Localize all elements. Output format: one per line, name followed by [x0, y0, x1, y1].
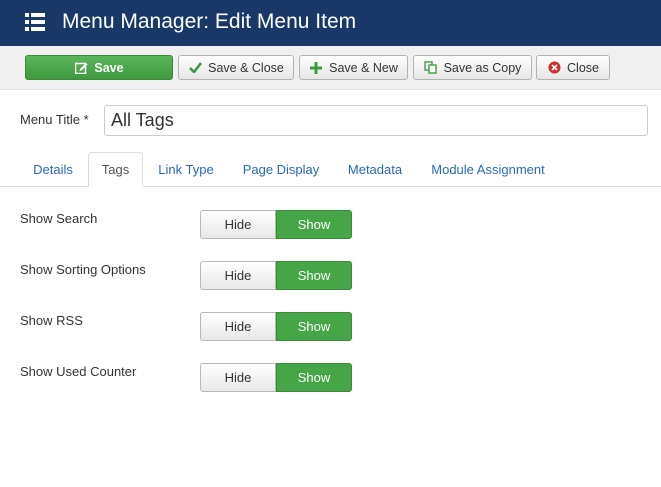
save-label: Save: [94, 60, 124, 75]
show-rss-hide-button[interactable]: Hide: [200, 312, 276, 341]
tab-link-type[interactable]: Link Type: [146, 152, 226, 187]
close-label: Close: [567, 60, 599, 75]
page-title: Menu Manager: Edit Menu Item: [62, 10, 357, 33]
tab-tags[interactable]: Tags: [88, 152, 143, 187]
save-copy-button[interactable]: Save as Copy: [413, 55, 532, 80]
show-search-label: Show Search: [20, 211, 98, 226]
save-close-label: Save & Close: [208, 60, 284, 75]
show-rss-label: Show RSS: [20, 313, 83, 328]
tab-page-display[interactable]: Page Display: [230, 152, 332, 187]
show-used-counter-show-button[interactable]: Show: [276, 363, 352, 392]
show-search-toggle: Hide Show: [200, 210, 352, 239]
show-sorting-options-toggle: Hide Show: [200, 261, 352, 290]
edit-icon: [74, 61, 88, 75]
save-new-button[interactable]: Save & New: [299, 55, 408, 80]
check-icon: [188, 61, 202, 75]
menu-title-input[interactable]: [104, 105, 648, 136]
show-rss-toggle: Hide Show: [200, 312, 352, 341]
tab-module-assignment[interactable]: Module Assignment: [418, 152, 558, 187]
list-icon: [25, 13, 45, 31]
close-icon: [547, 61, 561, 75]
menu-title-label: Menu Title *: [20, 112, 89, 127]
show-rss-show-button[interactable]: Show: [276, 312, 352, 341]
tab-metadata[interactable]: Metadata: [335, 152, 415, 187]
copy-icon: [424, 61, 438, 75]
show-used-counter-label: Show Used Counter: [20, 364, 137, 379]
save-copy-label: Save as Copy: [443, 60, 522, 75]
page-header: Menu Manager: Edit Menu Item: [0, 0, 661, 46]
show-sorting-options-show-button[interactable]: Show: [276, 261, 352, 290]
save-button[interactable]: Save: [25, 55, 173, 80]
show-used-counter-hide-button[interactable]: Hide: [200, 363, 276, 392]
tab-details[interactable]: Details: [20, 152, 86, 187]
save-close-button[interactable]: Save & Close: [178, 55, 294, 80]
show-search-show-button[interactable]: Show: [276, 210, 352, 239]
show-used-counter-toggle: Hide Show: [200, 363, 352, 392]
show-sorting-options-label: Show Sorting Options: [20, 262, 146, 277]
show-search-hide-button[interactable]: Hide: [200, 210, 276, 239]
show-sorting-options-hide-button[interactable]: Hide: [200, 261, 276, 290]
plus-icon: [309, 61, 323, 75]
close-button[interactable]: Close: [536, 55, 610, 80]
save-new-label: Save & New: [329, 60, 398, 75]
